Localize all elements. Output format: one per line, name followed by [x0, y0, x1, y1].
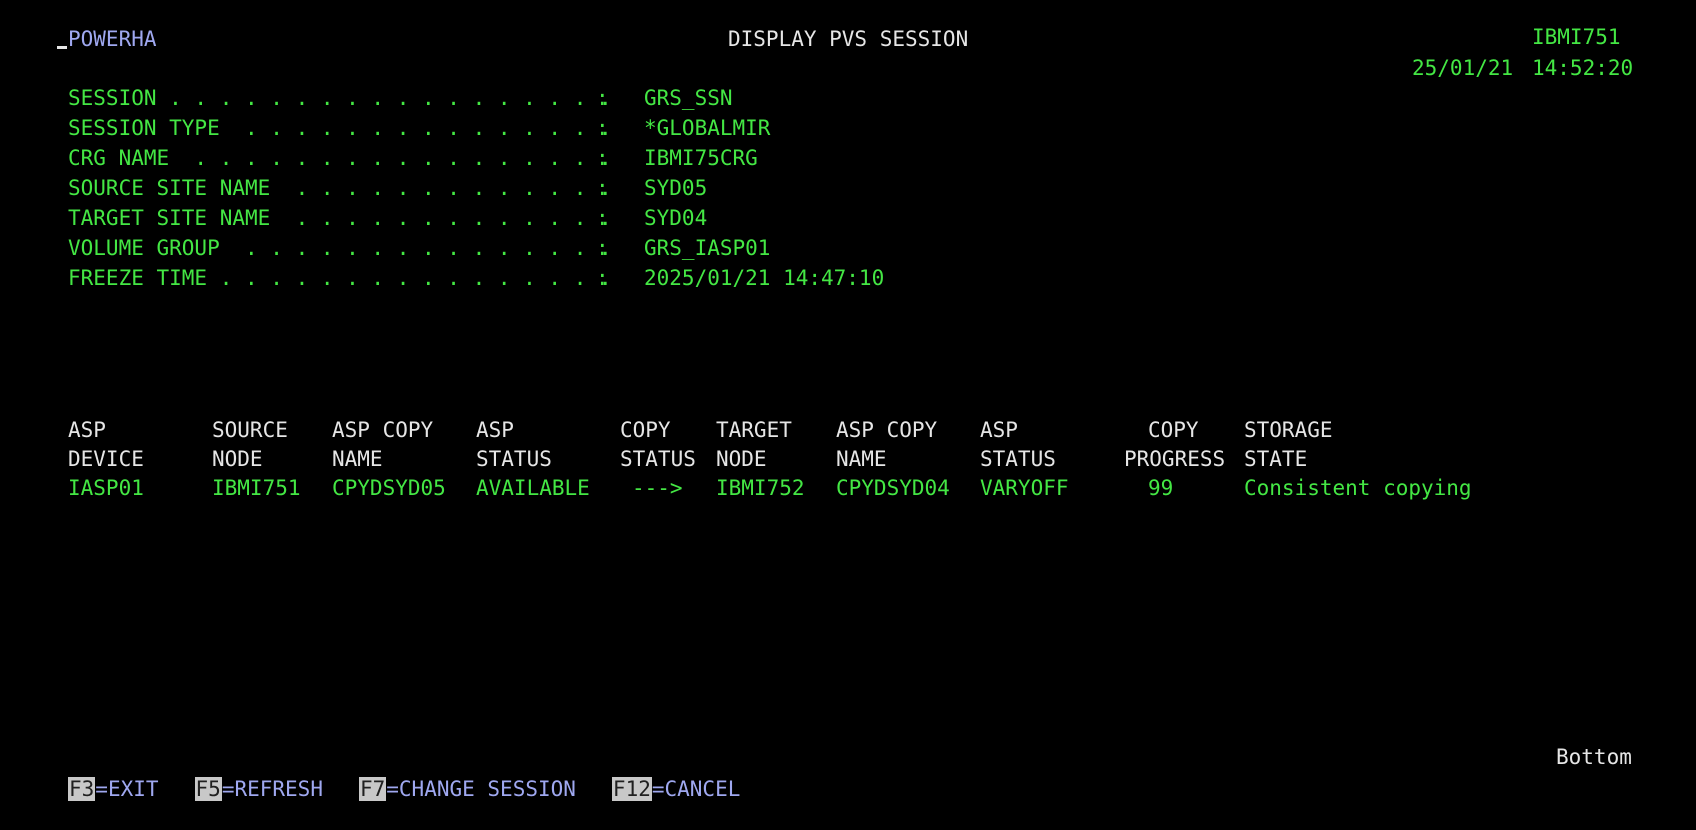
cell-copy-progress: 99 [1148, 476, 1174, 500]
cell-source-copy-name: CPYDSYD05 [332, 476, 446, 500]
f3-action-label: =EXIT [95, 777, 159, 801]
col-header: DEVICE [68, 447, 144, 471]
system-name: IBMI751 [1532, 25, 1621, 49]
cell-target-asp-status: VARYOFF [980, 476, 1069, 500]
f7-action-label: =CHANGE SESSION [386, 777, 576, 801]
field-colon: : [596, 116, 609, 140]
field-label-session: SESSION . . . . . . . . . . . . . . . . … [68, 86, 612, 110]
field-colon: : [596, 266, 609, 290]
col-header: NODE [212, 447, 263, 471]
field-colon: : [596, 236, 609, 260]
f5-key-label: F5 [194, 777, 222, 801]
cell-asp-device: IASP01 [68, 476, 144, 500]
col-header: ASP [980, 418, 1018, 442]
col-header: NAME [332, 447, 383, 471]
col-header: ASP COPY [332, 418, 434, 442]
col-header: STATE [1244, 447, 1308, 471]
col-header: PROGRESS [1124, 447, 1226, 471]
screen-title: DISPLAY PVS SESSION [728, 27, 969, 51]
field-colon: : [596, 176, 609, 200]
cell-target-copy-name: CPYDSYD04 [836, 476, 950, 500]
col-header: NAME [836, 447, 887, 471]
field-label-crg-name: CRG NAME . . . . . . . . . . . . . . . .… [68, 146, 612, 170]
f12-cancel-key[interactable]: F12=CANCEL [611, 774, 741, 804]
f12-action-label: =CANCEL [651, 777, 741, 801]
field-value-session-type: *GLOBALMIR [644, 116, 771, 140]
col-header: COPY [620, 418, 671, 442]
col-header: ASP [68, 418, 106, 442]
col-header: TARGET [716, 418, 792, 442]
f7-key-label: F7 [358, 777, 387, 801]
function-key-bar: F3=EXIT F5=REFRESH F7=CHANGE SESSION F12… [68, 774, 740, 804]
field-label-freeze-time: FREEZE TIME . . . . . . . . . . . . . . … [68, 266, 612, 290]
f7-change-session-key[interactable]: F7=CHANGE SESSION [358, 774, 576, 804]
field-value-volume-group: GRS_IASP01 [644, 236, 771, 260]
terminal-cursor [57, 46, 67, 49]
col-header: STATUS [620, 447, 696, 471]
product-name: POWERHA [68, 27, 157, 51]
field-colon: : [596, 206, 609, 230]
f5-action-label: =REFRESH [221, 777, 323, 801]
f5-refresh-key[interactable]: F5=REFRESH [194, 774, 323, 804]
col-header: STORAGE [1244, 418, 1333, 442]
cell-copy-status: ---> [632, 476, 683, 500]
field-value-session: GRS_SSN [644, 86, 733, 110]
field-value-source-site: SYD05 [644, 176, 708, 200]
cell-storage-state: Consistent copying [1244, 476, 1472, 500]
field-value-target-site: SYD04 [644, 206, 708, 230]
scroll-indicator-bottom: Bottom [1556, 745, 1632, 769]
field-value-freeze-time: 2025/01/21 14:47:10 [644, 266, 885, 290]
col-header: COPY [1148, 418, 1199, 442]
f12-key-label: F12 [611, 777, 652, 801]
field-value-crg-name: IBMI75CRG [644, 146, 758, 170]
cell-source-node: IBMI751 [212, 476, 301, 500]
field-label-target-site: TARGET SITE NAME . . . . . . . . . . . .… [68, 206, 612, 230]
col-header: SOURCE [212, 418, 288, 442]
field-colon: : [596, 86, 609, 110]
col-header: ASP [476, 418, 514, 442]
field-label-volume-group: VOLUME GROUP . . . . . . . . . . . . . .… [68, 236, 612, 260]
cell-source-asp-status: AVAILABLE [476, 476, 590, 500]
system-time: 14:52:20 [1532, 56, 1634, 80]
system-date: 25/01/21 [1412, 56, 1514, 80]
field-colon: : [596, 146, 609, 170]
field-label-session-type: SESSION TYPE . . . . . . . . . . . . . .… [68, 116, 612, 140]
f3-exit-key[interactable]: F3=EXIT [68, 774, 159, 804]
f3-key-label: F3 [68, 777, 96, 801]
col-header: NODE [716, 447, 767, 471]
col-header: ASP COPY [836, 418, 938, 442]
field-label-source-site: SOURCE SITE NAME . . . . . . . . . . . .… [68, 176, 612, 200]
col-header: STATUS [476, 447, 552, 471]
cell-target-node: IBMI752 [716, 476, 805, 500]
col-header: STATUS [980, 447, 1056, 471]
